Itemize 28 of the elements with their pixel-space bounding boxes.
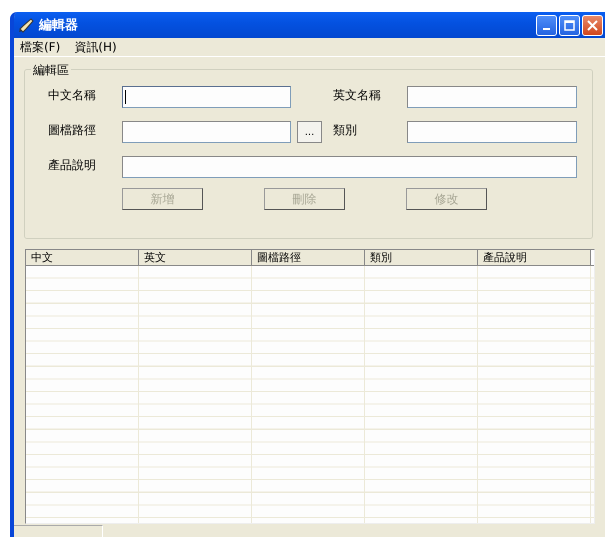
group-title: 編輯區 <box>31 62 71 79</box>
text-cursor <box>125 90 126 104</box>
field-label: 圖檔路徑 <box>48 122 97 139</box>
text-field[interactable] <box>407 121 577 143</box>
minimize-icon <box>543 28 550 30</box>
window-title: 編輯器 <box>39 17 79 34</box>
browse-button[interactable]: ... <box>297 121 322 143</box>
menu-item[interactable]: 資訊(H) <box>72 38 119 56</box>
pencil-icon <box>18 17 34 33</box>
minimize-button[interactable] <box>536 14 557 36</box>
column-header[interactable]: 產品說明 <box>478 250 591 265</box>
text-field[interactable] <box>122 156 577 178</box>
field-label: 中文名稱 <box>48 87 97 104</box>
menu-item[interactable]: 檔案(F) <box>18 38 62 56</box>
column-header[interactable]: 英文 <box>139 250 252 265</box>
column-header[interactable]: 中文 <box>26 250 139 265</box>
field-label: 產品說明 <box>48 157 97 174</box>
maximize-button[interactable] <box>559 14 580 36</box>
close-icon <box>587 20 598 30</box>
column-header[interactable]: 圖檔路徑 <box>252 250 365 265</box>
maximize-icon <box>564 20 575 30</box>
field-label: 類別 <box>333 122 358 139</box>
text-field[interactable] <box>122 121 291 143</box>
close-button[interactable] <box>582 14 603 36</box>
text-field[interactable] <box>407 86 577 108</box>
text-field[interactable] <box>122 86 291 108</box>
column-header[interactable]: 類別 <box>365 250 478 265</box>
field-label: 英文名稱 <box>333 87 382 104</box>
